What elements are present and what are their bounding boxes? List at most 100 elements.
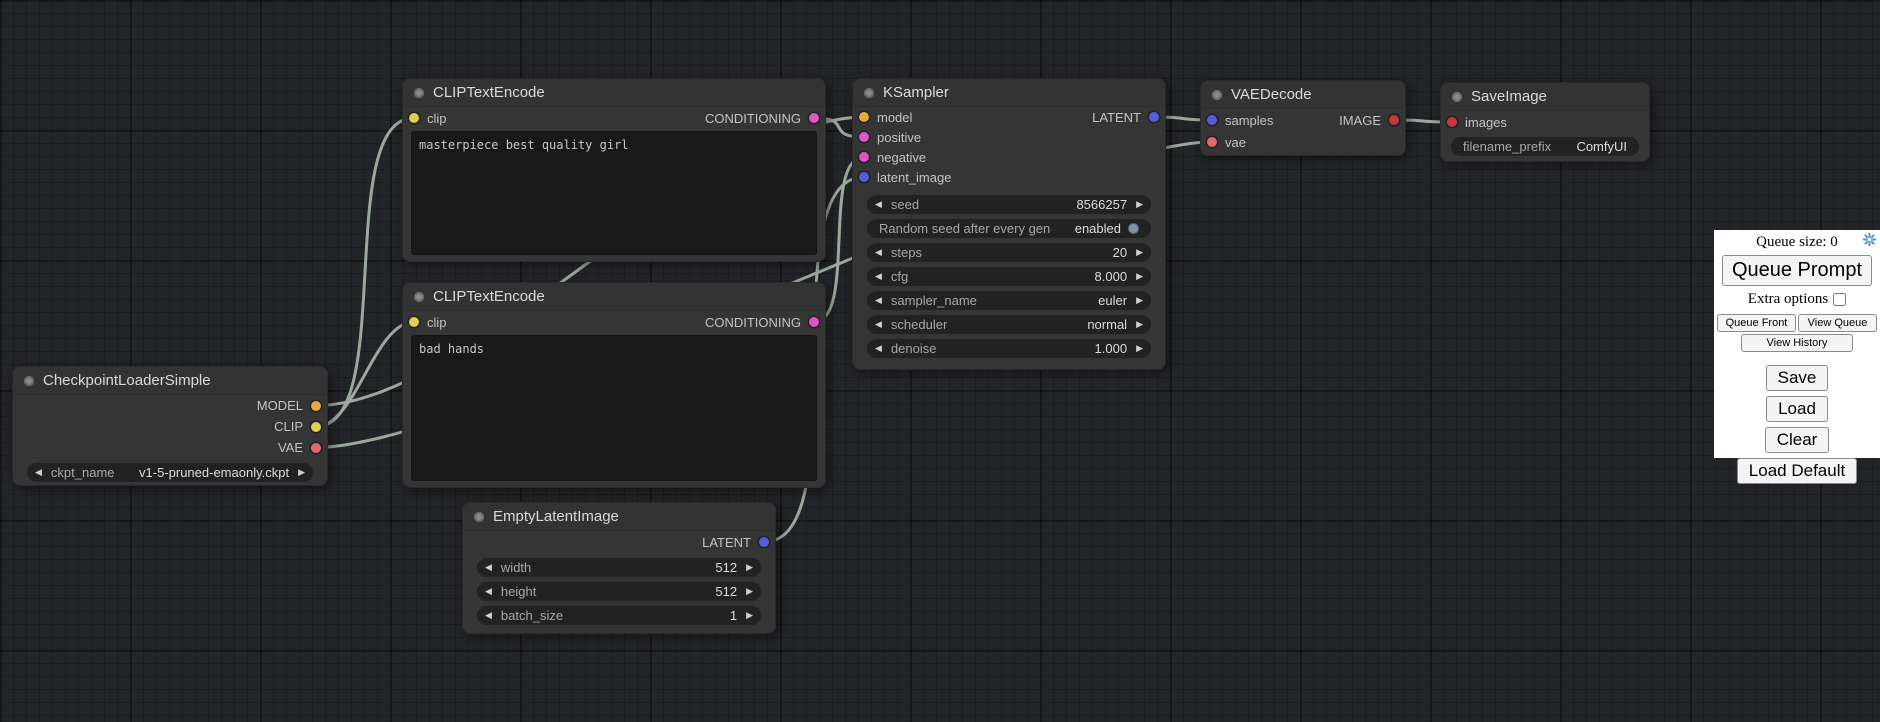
node-save-image[interactable]: SaveImage images filename_prefix ComfyUI (1440, 82, 1650, 162)
vae-output-port[interactable] (311, 443, 321, 453)
widget-label: sampler_name (891, 293, 977, 308)
increment-arrow-icon[interactable]: ▶ (1136, 200, 1143, 209)
decrement-arrow-icon[interactable]: ◀ (35, 468, 42, 477)
conditioning-output-port[interactable] (809, 317, 819, 327)
increment-arrow-icon[interactable]: ▶ (746, 563, 753, 572)
node-title: SaveImage (1471, 88, 1547, 105)
latent-output-port[interactable] (759, 537, 769, 547)
latent-output-port[interactable] (1149, 112, 1159, 122)
decrement-arrow-icon[interactable]: ◀ (875, 296, 882, 305)
increment-arrow-icon[interactable]: ▶ (746, 611, 753, 620)
model-input-port[interactable] (859, 112, 869, 122)
increment-arrow-icon[interactable]: ▶ (746, 587, 753, 596)
increment-arrow-icon[interactable]: ▶ (1136, 248, 1143, 257)
images-input-port[interactable] (1447, 117, 1457, 127)
decrement-arrow-icon[interactable]: ◀ (875, 272, 882, 281)
node-vae-decode[interactable]: VAEDecode samples IMAGE vae (1200, 80, 1406, 156)
widget-label: ckpt_name (51, 465, 115, 480)
slot-row-samples-image: samples IMAGE (1201, 109, 1405, 131)
increment-arrow-icon[interactable]: ▶ (1136, 296, 1143, 305)
node-checkpoint-loader-simple[interactable]: CheckpointLoaderSimple MODEL CLIP VAE ◀ … (12, 366, 328, 486)
collapse-icon[interactable] (1452, 92, 1462, 102)
decrement-arrow-icon[interactable]: ◀ (875, 344, 882, 353)
load-button[interactable]: Load (1766, 396, 1828, 422)
slot-label: negative (877, 150, 926, 165)
settings-gear-icon[interactable] (1862, 232, 1877, 247)
decrement-arrow-icon[interactable]: ◀ (875, 200, 882, 209)
denoise-number-widget[interactable]: ◀ denoise 1.000 ▶ (867, 339, 1151, 358)
node-titlebar[interactable]: VAEDecode (1201, 81, 1405, 109)
node-ksampler[interactable]: KSampler model LATENT positive negative … (852, 78, 1166, 370)
decrement-arrow-icon[interactable]: ◀ (875, 248, 882, 257)
widget-value: 1.000 (1095, 341, 1128, 356)
clip-input-port[interactable] (409, 317, 419, 327)
collapse-icon[interactable] (864, 88, 874, 98)
queue-prompt-button[interactable]: Queue Prompt (1722, 255, 1872, 286)
batch-size-number-widget[interactable]: ◀ batch_size 1 ▶ (477, 606, 761, 625)
conditioning-output-port[interactable] (809, 113, 819, 123)
latent-image-input-port[interactable] (859, 172, 869, 182)
node-titlebar[interactable]: CheckpointLoaderSimple (13, 367, 327, 395)
queue-front-button[interactable]: Queue Front (1717, 314, 1796, 332)
queue-menu-panel: Queue size: 0 Queue Prompt Extra options… (1714, 230, 1880, 458)
view-queue-button[interactable]: View Queue (1798, 314, 1877, 332)
seed-number-widget[interactable]: ◀ seed 8566257 ▶ (867, 195, 1151, 214)
samples-input-port[interactable] (1207, 115, 1217, 125)
increment-arrow-icon[interactable]: ▶ (1136, 344, 1143, 353)
graph-canvas[interactable]: CheckpointLoaderSimple MODEL CLIP VAE ◀ … (0, 0, 1880, 722)
node-titlebar[interactable]: CLIPTextEncode (403, 79, 825, 107)
width-number-widget[interactable]: ◀ width 512 ▶ (477, 558, 761, 577)
steps-number-widget[interactable]: ◀ steps 20 ▶ (867, 243, 1151, 262)
node-clip-text-encode-positive[interactable]: CLIPTextEncode clip CONDITIONING masterp… (402, 78, 826, 262)
slot-label: clip (427, 315, 447, 330)
vae-input-port[interactable] (1207, 137, 1217, 147)
decrement-arrow-icon[interactable]: ◀ (485, 587, 492, 596)
view-history-button[interactable]: View History (1741, 334, 1853, 352)
positive-input-port[interactable] (859, 132, 869, 142)
increment-arrow-icon[interactable]: ▶ (298, 468, 305, 477)
clear-button[interactable]: Clear (1765, 427, 1830, 453)
node-empty-latent-image[interactable]: EmptyLatentImage LATENT ◀ width 512 ▶ ◀ … (462, 502, 776, 634)
node-clip-text-encode-negative[interactable]: CLIPTextEncode clip CONDITIONING bad han… (402, 282, 826, 488)
clip-input-port[interactable] (409, 113, 419, 123)
increment-arrow-icon[interactable]: ▶ (1136, 272, 1143, 281)
scheduler-combo-widget[interactable]: ◀ scheduler normal ▶ (867, 315, 1151, 334)
widget-value: normal (1087, 317, 1127, 332)
prompt-textarea[interactable]: bad hands (411, 335, 817, 481)
load-default-button[interactable]: Load Default (1737, 458, 1857, 484)
cfg-number-widget[interactable]: ◀ cfg 8.000 ▶ (867, 267, 1151, 286)
node-titlebar[interactable]: SaveImage (1441, 83, 1649, 111)
node-title: VAEDecode (1231, 86, 1312, 103)
negative-input-port[interactable] (859, 152, 869, 162)
collapse-icon[interactable] (414, 292, 424, 302)
widget-value: 8.000 (1095, 269, 1128, 284)
sampler-name-combo-widget[interactable]: ◀ sampler_name euler ▶ (867, 291, 1151, 310)
decrement-arrow-icon[interactable]: ◀ (485, 563, 492, 572)
image-output-port[interactable] (1389, 115, 1399, 125)
decrement-arrow-icon[interactable]: ◀ (875, 320, 882, 329)
model-output-port[interactable] (311, 401, 321, 411)
height-number-widget[interactable]: ◀ height 512 ▶ (477, 582, 761, 601)
widget-value: v1-5-pruned-emaonly.ckpt (139, 465, 289, 480)
filename-prefix-text-widget[interactable]: filename_prefix ComfyUI (1451, 137, 1639, 156)
save-button[interactable]: Save (1766, 365, 1829, 391)
increment-arrow-icon[interactable]: ▶ (1136, 320, 1143, 329)
decrement-arrow-icon[interactable]: ◀ (485, 611, 492, 620)
input-slot-latent-image: latent_image (853, 167, 1165, 187)
widget-value: 8566257 (1076, 197, 1127, 212)
clip-output-port[interactable] (311, 422, 321, 432)
node-titlebar[interactable]: CLIPTextEncode (403, 283, 825, 311)
extra-options-checkbox[interactable] (1833, 293, 1846, 306)
collapse-icon[interactable] (414, 88, 424, 98)
node-titlebar[interactable]: EmptyLatentImage (463, 503, 775, 531)
toggle-on-icon[interactable] (1128, 223, 1139, 234)
collapse-icon[interactable] (24, 376, 34, 386)
slot-label: VAE (278, 440, 303, 455)
widget-value: enabled (1075, 221, 1121, 236)
prompt-textarea[interactable]: masterpiece best quality girl (411, 131, 817, 255)
random-seed-toggle-widget[interactable]: Random seed after every gen enabled (867, 219, 1151, 238)
collapse-icon[interactable] (474, 512, 484, 522)
collapse-icon[interactable] (1212, 90, 1222, 100)
ckpt-name-combo-widget[interactable]: ◀ ckpt_name v1-5-pruned-emaonly.ckpt ▶ (27, 463, 313, 482)
node-titlebar[interactable]: KSampler (853, 79, 1165, 107)
